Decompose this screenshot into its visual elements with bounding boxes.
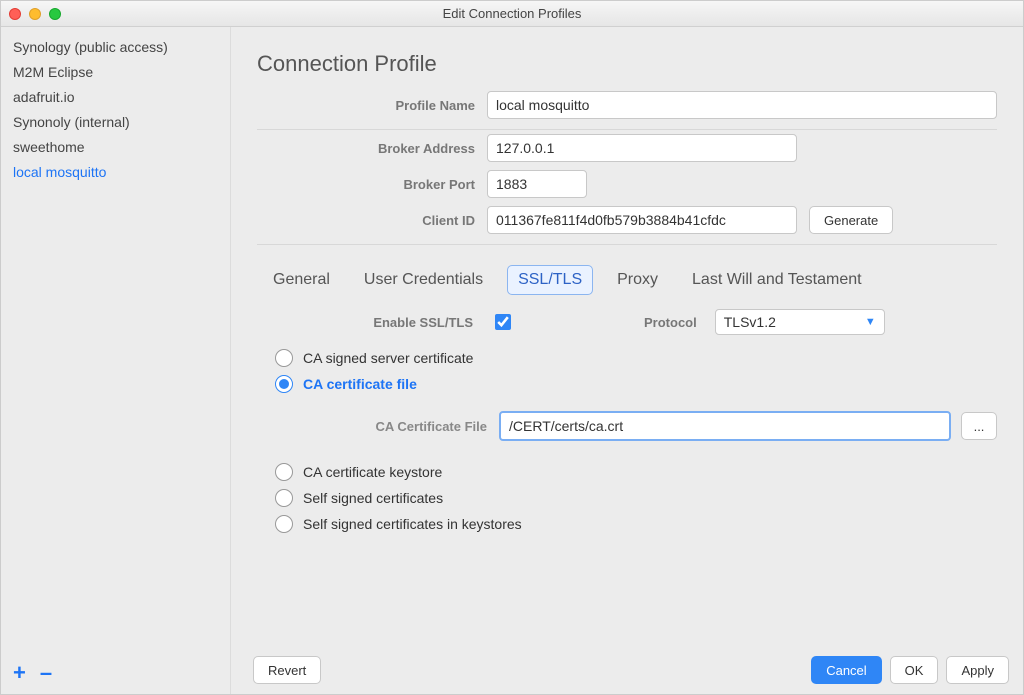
broker-port-input[interactable] xyxy=(487,170,587,198)
titlebar: Edit Connection Profiles xyxy=(1,1,1023,27)
radio-label: CA certificate keystore xyxy=(303,464,442,480)
protocol-select[interactable]: TLSv1.2 ▼ xyxy=(715,309,885,335)
tab-user-credentials[interactable]: User Credentials xyxy=(354,266,493,294)
tab-ssl-tls[interactable]: SSL/TLS xyxy=(507,265,593,295)
sidebar-item[interactable]: M2M Eclipse xyxy=(1,60,230,85)
protocol-value: TLSv1.2 xyxy=(724,314,776,330)
body: Synology (public access) M2M Eclipse ada… xyxy=(1,27,1023,694)
apply-button[interactable]: Apply xyxy=(946,656,1009,684)
window: Edit Connection Profiles Synology (publi… xyxy=(0,0,1024,695)
chevron-down-icon: ▼ xyxy=(865,316,876,328)
add-profile-button[interactable]: + xyxy=(13,662,26,684)
radio-ca-signed[interactable] xyxy=(275,349,293,367)
sidebar-item[interactable]: adafruit.io xyxy=(1,85,230,110)
broker-address-label: Broker Address xyxy=(257,141,487,156)
minimize-icon[interactable] xyxy=(29,8,41,20)
separator xyxy=(257,129,997,130)
sidebar-footer: + – xyxy=(1,652,230,694)
revert-button[interactable]: Revert xyxy=(253,656,321,684)
radio-ca-file[interactable] xyxy=(275,375,293,393)
profile-name-input[interactable] xyxy=(487,91,997,119)
sidebar-item[interactable]: sweethome xyxy=(1,135,230,160)
sidebar-item[interactable]: Synonoly (internal) xyxy=(1,110,230,135)
radio-label: Self signed certificates in keystores xyxy=(303,516,522,532)
ssl-panel: Enable SSL/TLS Protocol TLSv1.2 ▼ CA sig… xyxy=(257,305,997,533)
tab-general[interactable]: General xyxy=(263,266,340,294)
tab-proxy[interactable]: Proxy xyxy=(607,266,668,294)
radio-label: Self signed certificates xyxy=(303,490,443,506)
main: Connection Profile Profile Name Broker A… xyxy=(231,27,1023,694)
cert-radio-group: CA signed server certificate CA certific… xyxy=(271,349,997,393)
page-title: Connection Profile xyxy=(257,51,997,77)
sidebar: Synology (public access) M2M Eclipse ada… xyxy=(1,27,231,694)
enable-ssl-checkbox[interactable] xyxy=(495,314,511,330)
main-inner: Connection Profile Profile Name Broker A… xyxy=(231,27,1023,646)
radio-label: CA certificate file xyxy=(303,376,417,392)
footer: Revert Cancel OK Apply xyxy=(231,646,1023,694)
close-icon[interactable] xyxy=(9,8,21,20)
cert-radio-group-2: CA certificate keystore Self signed cert… xyxy=(271,463,997,533)
generate-button[interactable]: Generate xyxy=(809,206,893,234)
enable-ssl-label: Enable SSL/TLS xyxy=(271,315,481,330)
client-id-input[interactable] xyxy=(487,206,797,234)
broker-address-input[interactable] xyxy=(487,134,797,162)
radio-self-signed-keystore[interactable] xyxy=(275,515,293,533)
profile-name-label: Profile Name xyxy=(257,98,487,113)
tabs: General User Credentials SSL/TLS Proxy L… xyxy=(257,249,997,305)
sidebar-item[interactable]: Synology (public access) xyxy=(1,35,230,60)
client-id-label: Client ID xyxy=(257,213,487,228)
broker-port-label: Broker Port xyxy=(257,177,487,192)
cancel-button[interactable]: Cancel xyxy=(811,656,881,684)
separator xyxy=(257,244,997,245)
ok-button[interactable]: OK xyxy=(890,656,939,684)
tab-last-will[interactable]: Last Will and Testament xyxy=(682,266,872,294)
profile-list: Synology (public access) M2M Eclipse ada… xyxy=(1,27,230,652)
traffic-lights xyxy=(9,8,61,20)
ca-cert-file-input[interactable] xyxy=(499,411,951,441)
protocol-label: Protocol xyxy=(644,315,697,330)
zoom-icon[interactable] xyxy=(49,8,61,20)
radio-self-signed[interactable] xyxy=(275,489,293,507)
remove-profile-button[interactable]: – xyxy=(40,662,52,684)
radio-label: CA signed server certificate xyxy=(303,350,473,366)
window-title: Edit Connection Profiles xyxy=(1,6,1023,21)
browse-button[interactable]: ... xyxy=(961,412,997,440)
sidebar-item-selected[interactable]: local mosquitto xyxy=(1,160,230,185)
radio-ca-keystore[interactable] xyxy=(275,463,293,481)
ca-cert-file-label: CA Certificate File xyxy=(271,419,499,434)
